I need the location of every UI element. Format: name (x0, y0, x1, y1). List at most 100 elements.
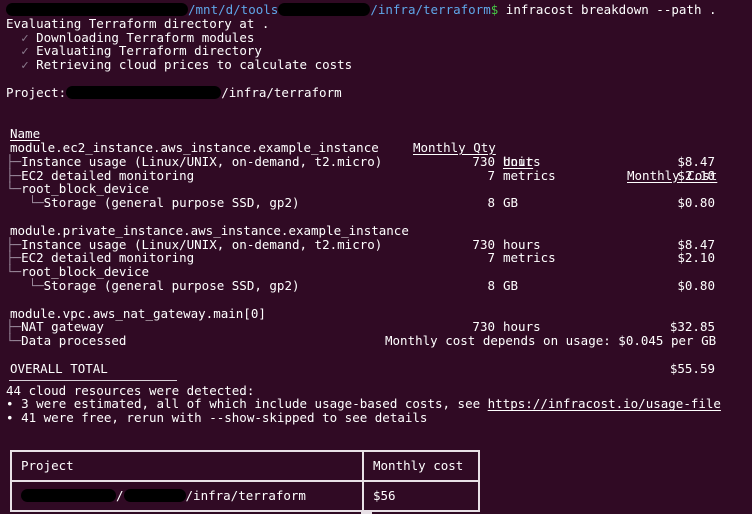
row-usage-note: Monthly cost depends on usage: $0.045 pe… (385, 333, 717, 349)
table-row: └─Storage (general purpose SSD, gp2) 8 GB $… (0, 196, 752, 210)
usage-file-link[interactable]: https://infracost.io/usage-file (488, 396, 721, 411)
row-label: Instance usage (Linux/UNIX, on-demand, t… (21, 153, 383, 169)
check-icon: ✓ (21, 57, 29, 73)
summary-project-path: /infra/terraform (185, 488, 306, 503)
summary-monthly-cost-cell: $56 (362, 480, 480, 512)
row-qty: 730 (472, 236, 495, 252)
tree-glyph: ├─ (6, 236, 22, 252)
row-unit: hours (503, 319, 541, 335)
row-unit: metrics (503, 250, 556, 266)
row-qty: 730 (472, 153, 495, 169)
tree-glyph: └─ (6, 264, 22, 280)
tree-glyph: └─ (6, 181, 22, 197)
truncated-table-edge (361, 510, 372, 514)
project-summary-table: Project Monthly cost / /infra/terraform $… (10, 450, 480, 512)
summary-header-project: Project (10, 450, 364, 482)
project-line: Project: /infra/terraform (0, 84, 752, 100)
table-row: └─Data processed Monthly cost depends on … (0, 334, 752, 348)
overall-total-label: OVERALL TOTAL (10, 360, 108, 376)
prompt-path-prefix: /mnt/d/tools (188, 2, 279, 17)
table-row: ├─EC2 detailed monitoring 7 metrics $2.10 (0, 251, 752, 265)
row-unit: GB (503, 195, 519, 211)
row-label: EC2 detailed monitoring (21, 167, 195, 183)
check-icon: ✓ (21, 29, 29, 45)
row-qty: 8 (487, 195, 495, 211)
command-text: infracost breakdown --path . (505, 2, 717, 17)
resources-detected-line: 44 cloud resources were detected: (6, 382, 255, 398)
progress-step-label: Evaluating Terraform directory (36, 43, 262, 59)
redacted-path-segment (278, 3, 371, 16)
project-path-suffix: /infra/terraform (221, 84, 342, 100)
row-unit: hours (503, 153, 541, 169)
summary-table-row: / /infra/terraform $56 (10, 480, 480, 512)
row-cost: $2.10 (677, 167, 715, 183)
table-row: └─root_block_device (0, 265, 752, 279)
progress-step-0: ✓ Downloading Terraform modules (0, 29, 752, 45)
row-label: NAT gateway (21, 319, 104, 335)
table-row: ├─Instance usage (Linux/UNIX, on-demand,… (0, 236, 752, 252)
overall-total-row: OVERALL TOTAL $55.59 (0, 360, 752, 376)
row-label: Instance usage (Linux/UNIX, on-demand, t… (21, 236, 383, 252)
progress-step-2: ✓ Retrieving cloud prices to calculate c… (0, 58, 752, 72)
prompt-line: /mnt/d/tools/infra/terraform$ infracost … (0, 3, 752, 17)
row-cost: $2.10 (677, 250, 715, 266)
progress-step-label: Retrieving cloud prices to calculate cos… (36, 57, 353, 73)
row-label: Data processed (21, 333, 127, 349)
tree-glyph: ├─ (6, 153, 22, 169)
resource-group-name: module.ec2_instance.aws_instance.example… (10, 139, 379, 155)
row-qty: 7 (487, 167, 495, 183)
redacted-user-host (6, 3, 188, 16)
bullet-text: 41 were free, rerun with --show-skipped … (21, 410, 428, 426)
table-row: └─root_block_device (0, 182, 752, 196)
summary-project-cell: / /infra/terraform (10, 480, 364, 512)
summary-bullet-1: ∙ 41 were free, rerun with --show-skippe… (0, 411, 752, 425)
progress-step-1: ✓ Evaluating Terraform directory (0, 44, 752, 58)
header-name: Name (10, 126, 41, 142)
tree-glyph: └─ (6, 333, 22, 349)
tree-glyph: └─ (28, 195, 44, 211)
terminal-window: /mnt/d/tools/infra/terraform$ infracost … (0, 0, 752, 514)
project-label: Project: (6, 84, 67, 100)
row-label: root_block_device (21, 181, 149, 197)
row-label: EC2 detailed monitoring (21, 250, 195, 266)
table-row: ├─EC2 detailed monitoring 7 metrics $2.10 (0, 167, 752, 183)
summary-bullet-0: ∙ 3 were estimated, all of which include… (0, 397, 752, 411)
tree-glyph: ├─ (6, 250, 22, 266)
evaluating-heading: Evaluating Terraform directory at . (6, 15, 270, 31)
total-divider (9, 379, 177, 381)
redacted-org-name (21, 489, 116, 502)
tree-glyph: ├─ (6, 167, 22, 183)
row-cost: $0.80 (677, 277, 715, 293)
summary-header-monthly-cost: Monthly cost (362, 450, 480, 482)
summary-table-header-row: Project Monthly cost (10, 450, 480, 482)
redacted-project-org (66, 85, 222, 99)
row-label: Storage (general purpose SSD, gp2) (43, 195, 300, 211)
path-separator: / (116, 488, 124, 503)
tree-glyph: └─ (28, 277, 44, 293)
row-cost: $8.47 (677, 236, 715, 252)
bullet-marker: ∙ (6, 410, 14, 426)
row-cost: $32.85 (669, 319, 715, 335)
redacted-repo-name (123, 489, 186, 502)
table-row: ├─Instance usage (Linux/UNIX, on-demand,… (0, 153, 752, 169)
table-row: ├─NAT gateway 730 hours $32.85 (0, 320, 752, 334)
row-qty: 7 (487, 250, 495, 266)
tree-glyph: ├─ (6, 319, 22, 335)
row-unit: GB (503, 277, 519, 293)
bullet-text: 3 were estimated, all of which include u… (21, 396, 488, 412)
overall-total-value: $55.59 (669, 360, 715, 376)
table-row: └─Storage (general purpose SSD, gp2) 8 GB $… (0, 279, 752, 293)
row-qty: 730 (472, 319, 495, 335)
check-icon: ✓ (21, 43, 29, 59)
row-cost: $0.80 (677, 195, 715, 211)
resource-group-name: module.vpc.aws_nat_gateway.main[0] (10, 305, 266, 321)
bullet-marker: ∙ (6, 396, 14, 412)
row-unit: metrics (503, 167, 556, 183)
row-qty: 8 (487, 277, 495, 293)
